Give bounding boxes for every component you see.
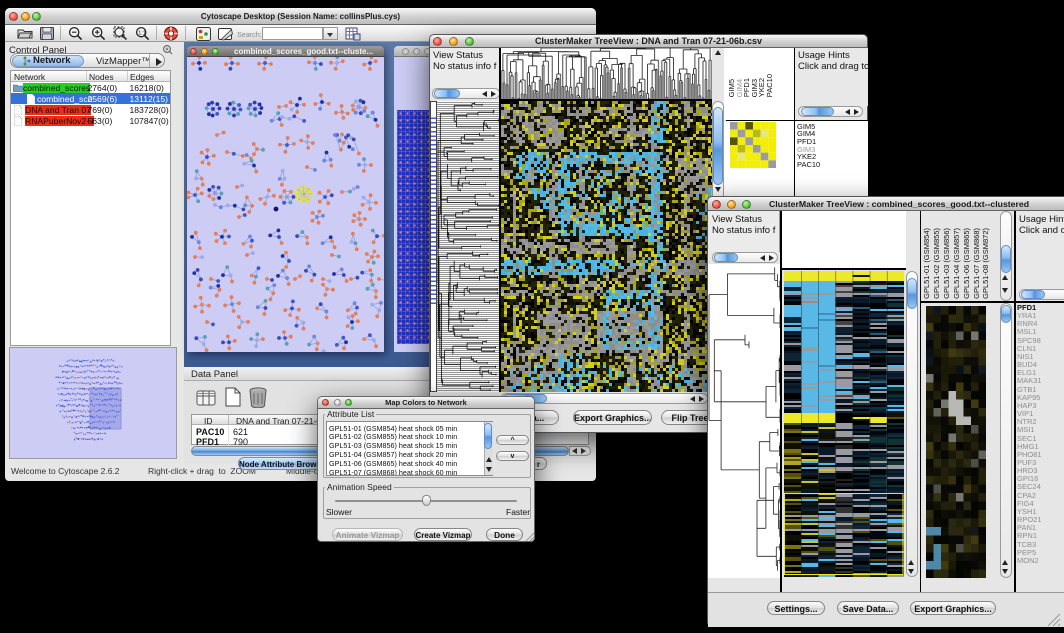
svg-text:1:1: 1:1 bbox=[138, 30, 146, 36]
